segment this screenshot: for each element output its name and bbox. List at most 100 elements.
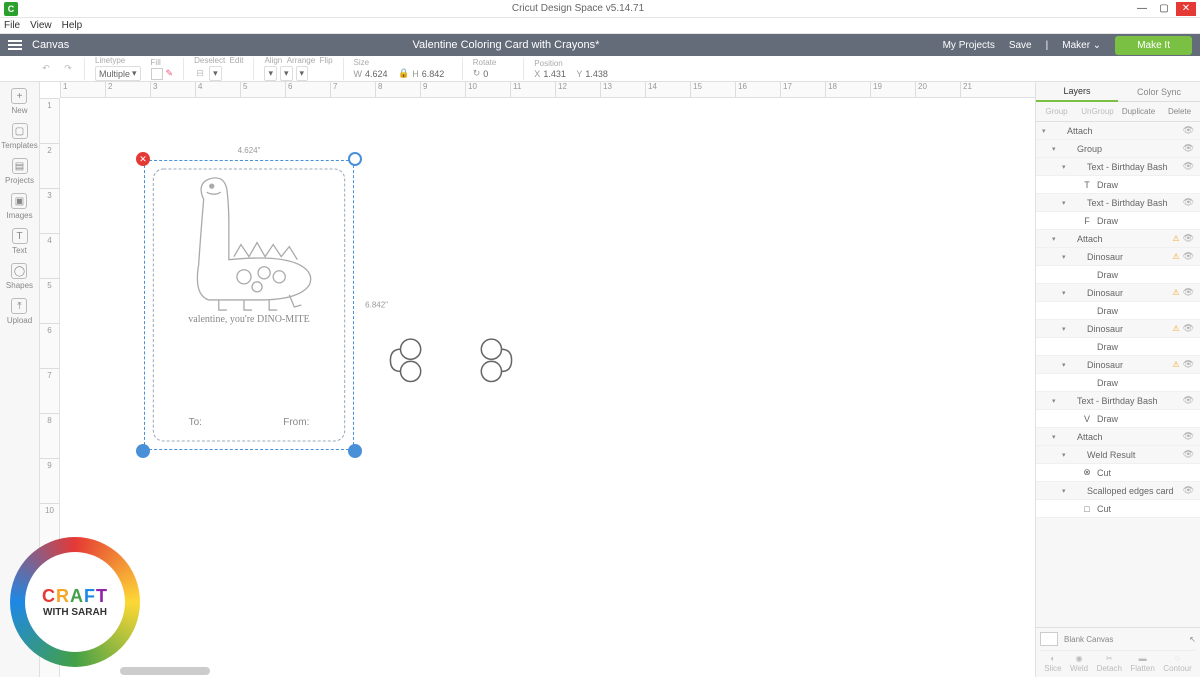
visibility-icon[interactable]: 👁 [1183,449,1194,460]
layer-row[interactable]: TDraw [1036,176,1200,194]
tool-weld[interactable]: ◉Weld [1070,654,1088,673]
menu-file[interactable]: File [4,20,20,31]
layer-row[interactable]: ▾Attach⚠👁 [1036,230,1200,248]
logo-line1: CRAFT [42,586,108,607]
visibility-icon[interactable]: 👁 [1183,485,1194,496]
deselect-icon[interactable]: ⊟ [194,68,206,80]
y-input[interactable] [585,69,615,79]
flip-select[interactable]: ▾ [296,66,309,81]
redo-icon[interactable]: ↷ [62,63,74,75]
visibility-icon[interactable]: 👁 [1183,125,1194,136]
rail-shapes[interactable]: ◯Shapes [6,263,33,290]
align-select[interactable]: ▾ [264,66,277,81]
layer-row[interactable]: Draw [1036,338,1200,356]
rotate-input[interactable] [483,69,513,79]
blank-canvas-label: Blank Canvas [1064,635,1113,644]
layer-row[interactable]: □Cut [1036,500,1200,518]
canvas-swatch[interactable] [1040,632,1058,646]
machine-select[interactable]: Maker ⌄ [1062,40,1101,51]
tool-contour[interactable]: ◌Contour [1163,654,1191,673]
rail-projects[interactable]: ▤Projects [5,158,34,185]
action-group[interactable]: Group [1036,102,1077,121]
ruler-horizontal: 123456789101112131415161718192021 [60,82,1035,98]
layer-row[interactable]: ▾Text - Birthday Bash👁 [1036,392,1200,410]
layer-row[interactable]: ▾Weld Result👁 [1036,446,1200,464]
rail-upload[interactable]: ⤒Upload [7,298,32,325]
action-duplicate[interactable]: Duplicate [1118,102,1159,121]
upload-icon: ⤒ [11,298,27,314]
layer-row[interactable]: ▾Dinosaur⚠👁 [1036,248,1200,266]
appbar: Canvas Valentine Coloring Card with Cray… [0,34,1200,56]
arrange-select[interactable]: ▾ [280,66,293,81]
layer-row[interactable]: VDraw [1036,410,1200,428]
pen-icon[interactable]: ✎ [166,68,174,79]
visibility-icon[interactable]: 👁 [1183,287,1194,298]
visibility-icon[interactable]: 👁 [1183,233,1194,244]
layer-row[interactable]: FDraw [1036,212,1200,230]
shapes-icon: ◯ [11,263,27,279]
close-button[interactable]: ✕ [1176,2,1196,16]
tool-detach[interactable]: ✂Detach [1097,654,1122,673]
tool-slice[interactable]: ◐Slice [1044,654,1061,673]
layer-row[interactable]: Draw [1036,266,1200,284]
visibility-icon[interactable]: 👁 [1183,359,1194,370]
rotate-icon[interactable]: ↻ [473,68,481,79]
layer-row[interactable]: ▾Text - Birthday Bash👁 [1036,194,1200,212]
layer-row[interactable]: Draw [1036,374,1200,392]
width-input[interactable] [365,69,395,79]
layer-row[interactable]: ▾Dinosaur⚠👁 [1036,320,1200,338]
menu-help[interactable]: Help [62,20,83,31]
visibility-icon[interactable]: 👁 [1183,143,1194,154]
rail-images[interactable]: ▣Images [6,193,32,220]
fill-swatch[interactable] [151,68,163,80]
visibility-icon[interactable]: 👁 [1183,197,1194,208]
card-to: To: [189,417,202,428]
linetype-select[interactable]: Multiple ▾ [95,66,141,81]
minimize-button[interactable]: — [1132,2,1152,16]
tool-flatten[interactable]: ▬Flatten [1130,654,1154,673]
layer-row[interactable]: ▾Attach👁 [1036,122,1200,140]
layer-row[interactable]: ▾Dinosaur⚠👁 [1036,284,1200,302]
visibility-icon[interactable]: 👁 [1183,323,1194,334]
card-from: From: [283,417,309,428]
selection-box[interactable]: 4.624" 6.842" ✕ [144,160,354,450]
rail-templates[interactable]: ▢Templates [1,123,37,150]
rail-text[interactable]: TText [12,228,28,255]
maximize-button[interactable]: ▢ [1154,2,1174,16]
save-button[interactable]: Save [1009,40,1032,51]
hamburger-icon[interactable] [8,40,22,50]
rail-new[interactable]: +New [11,88,27,115]
visibility-icon[interactable]: 👁 [1183,251,1194,262]
visibility-icon[interactable]: 👁 [1183,395,1194,406]
visibility-icon[interactable]: 👁 [1183,431,1194,442]
layer-row[interactable]: ▾Attach👁 [1036,428,1200,446]
rotate-label: Rotate [473,58,514,67]
edit-select[interactable]: ▾ [209,66,222,81]
layer-row[interactable]: Draw [1036,302,1200,320]
action-ungroup[interactable]: UnGroup [1077,102,1118,121]
my-projects-button[interactable]: My Projects [943,40,995,51]
canvas[interactable]: 123456789101112131415161718192021 123456… [40,82,1035,677]
x-input[interactable] [543,69,573,79]
tab-color-sync[interactable]: Color Sync [1118,82,1200,102]
card-artwork: valentine, you're DINO-MITE To: From: [148,164,350,446]
height-dimension: 6.842" [365,301,388,310]
horizontal-scrollbar[interactable] [120,667,210,675]
layer-row[interactable]: ▾Scalloped edges card👁 [1036,482,1200,500]
project-title: Valentine Coloring Card with Crayons* [69,39,942,51]
lock-handle[interactable] [136,444,150,458]
make-it-button[interactable]: Make It [1115,36,1192,55]
height-input[interactable] [422,69,452,79]
layer-row[interactable]: ▾Text - Birthday Bash👁 [1036,158,1200,176]
tab-layers[interactable]: Layers [1036,82,1118,102]
menu-view[interactable]: View [30,20,52,31]
action-delete[interactable]: Delete [1159,102,1200,121]
layer-row[interactable]: ▾Group👁 [1036,140,1200,158]
undo-icon[interactable]: ↶ [40,63,52,75]
resize-handle[interactable] [348,444,362,458]
lock-icon[interactable]: 🔒 [398,68,409,79]
visibility-icon[interactable]: 👁 [1183,161,1194,172]
rotate-handle[interactable] [348,152,362,166]
layer-row[interactable]: ⊗Cut [1036,464,1200,482]
layer-row[interactable]: ▾Dinosaur⚠👁 [1036,356,1200,374]
